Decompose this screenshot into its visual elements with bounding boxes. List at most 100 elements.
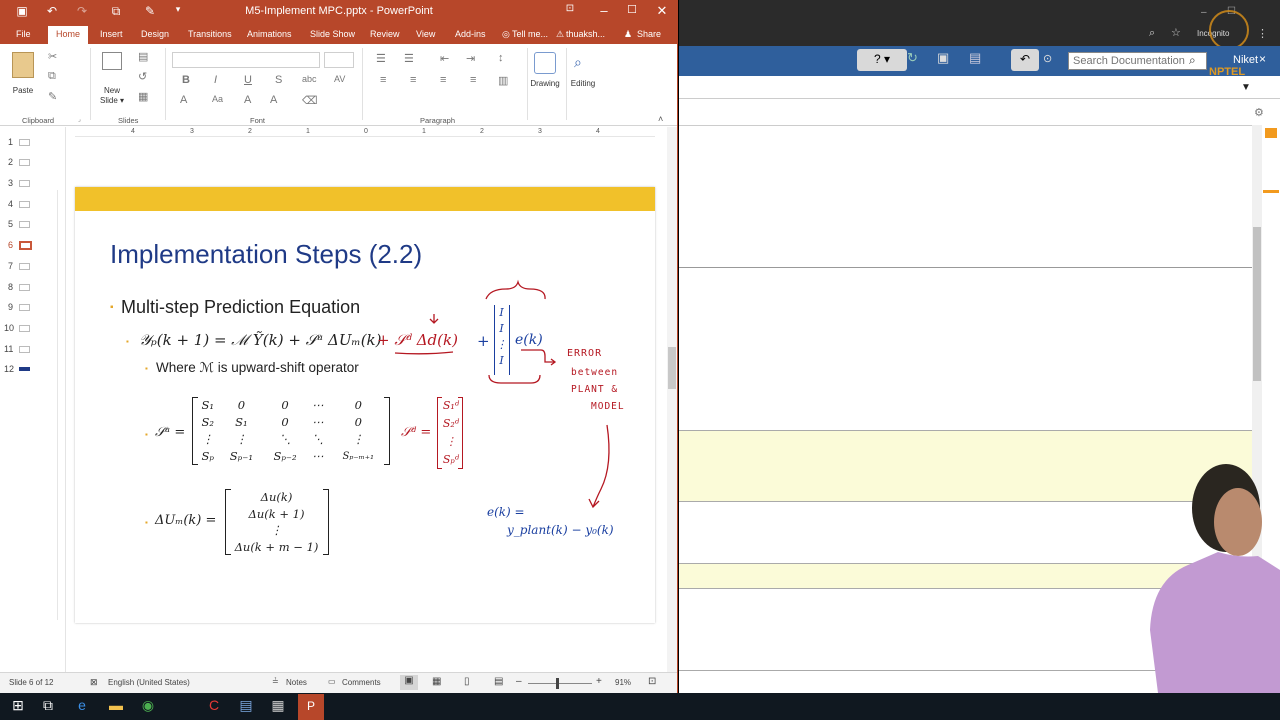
close-panel-icon[interactable]: × (1259, 52, 1266, 66)
search-icon[interactable]: ⌕ (1189, 53, 1196, 68)
thumbnail[interactable] (19, 201, 30, 208)
clear-format-icon[interactable]: ⌫ (302, 94, 318, 107)
shadow-icon[interactable]: S (275, 74, 282, 86)
thumbnail[interactable] (19, 367, 30, 371)
decrease-font-icon[interactable]: A (270, 94, 277, 106)
thumbnail-number[interactable]: 5 (8, 219, 13, 229)
font-name-box[interactable] (172, 52, 320, 68)
undo-icon[interactable]: ↶ (1011, 49, 1039, 71)
zoom-slider-thumb[interactable] (556, 678, 559, 689)
thumbnail[interactable] (19, 263, 30, 270)
tab-view[interactable]: View (416, 29, 435, 44)
cut-icon[interactable]: ✂ (48, 50, 57, 63)
indent-icon[interactable]: ⇤ (440, 52, 449, 65)
comments-button[interactable]: Comments (342, 678, 381, 687)
options-icon[interactable]: ⊙ (1043, 52, 1052, 65)
tab-review[interactable]: Review (370, 29, 400, 44)
notes-button[interactable]: Notes (286, 678, 307, 687)
share-button[interactable]: Share (637, 29, 661, 44)
outdent-icon[interactable]: ⇥ (466, 52, 475, 65)
align-center-icon[interactable]: ≡ (410, 74, 416, 86)
underline-icon[interactable]: U (244, 74, 252, 86)
align-left-icon[interactable]: ≡ (380, 74, 386, 86)
thumbnail[interactable] (19, 284, 30, 291)
forward-icon[interactable]: ↻ (907, 50, 918, 66)
slideshow-icon[interactable]: ▤ (494, 676, 503, 687)
fit-slide-icon[interactable]: ⊡ (648, 676, 656, 687)
tab-insert[interactable]: Insert (100, 29, 123, 44)
change-case-icon[interactable]: Aa (212, 94, 223, 104)
tab-add-ins[interactable]: Add-ins (455, 29, 486, 44)
align-right-icon[interactable]: ≡ (440, 74, 446, 86)
drawing-icon[interactable] (534, 52, 556, 74)
clipboard-launcher-icon[interactable]: ⌟ (78, 116, 81, 123)
menu-icon[interactable]: ⋮ (1257, 27, 1268, 40)
thumbnail[interactable] (19, 139, 30, 146)
tab-file[interactable]: File (16, 29, 31, 44)
minimize-button[interactable]: – (1201, 7, 1207, 18)
zoom-icon[interactable]: ⌕ (1149, 27, 1155, 40)
numbering-icon[interactable]: ☰ (404, 52, 414, 65)
thumbnail[interactable] (19, 346, 30, 353)
save-icon[interactable]: ▣ (937, 50, 949, 66)
tab-design[interactable]: Design (141, 29, 169, 44)
format-painter-icon[interactable]: ✎ (48, 90, 57, 103)
tab-slide-show[interactable]: Slide Show (310, 29, 355, 44)
font-color-icon[interactable]: A (180, 94, 187, 106)
find-icon[interactable]: ⌕ (574, 54, 582, 71)
thumbnail-number[interactable]: 9 (8, 302, 13, 312)
thumbnail[interactable] (19, 304, 30, 311)
slide-scrollbar[interactable] (667, 127, 677, 672)
thumbnail-number[interactable]: 10 (4, 323, 14, 333)
account-name[interactable]: thuaksh... (566, 29, 605, 44)
layout-icon[interactable]: ▤ (138, 50, 148, 63)
copy-icon[interactable]: ⧉ (48, 70, 56, 83)
bold-icon[interactable]: B (182, 74, 190, 86)
edge-icon[interactable]: e (72, 697, 92, 717)
thumbnail[interactable] (19, 325, 30, 332)
thumbnail-number[interactable]: 7 (8, 261, 13, 271)
justify-icon[interactable]: ≡ (470, 74, 476, 86)
tab-transitions[interactable]: Transitions (188, 29, 232, 44)
thumbnail-number[interactable]: 11 (4, 344, 13, 354)
tell-me-box[interactable]: Tell me... (512, 29, 548, 44)
paste-icon[interactable] (12, 52, 34, 78)
file-explorer-icon[interactable]: ▬ (106, 697, 126, 717)
thumbnail-number[interactable]: 12 (4, 364, 14, 374)
strikethrough-icon[interactable]: abc (302, 74, 317, 84)
reset-icon[interactable]: ↺ (138, 70, 147, 83)
minimize-button[interactable]: – (592, 3, 616, 18)
zoom-level[interactable]: 91% (615, 678, 631, 687)
thumbnail[interactable] (19, 221, 30, 228)
thumbnail-number[interactable]: 4 (8, 199, 13, 209)
tab-home[interactable]: Home (48, 26, 89, 44)
zoom-in-icon[interactable]: + (596, 676, 602, 687)
app-icon[interactable]: C (204, 697, 224, 717)
thumbnail-number[interactable]: 1 (8, 137, 13, 147)
windows-start-icon[interactable]: ⊞ (8, 697, 28, 717)
layout-icon[interactable]: ▤ (969, 50, 981, 66)
italic-icon[interactable]: I (214, 74, 217, 86)
thumbnail-active[interactable] (19, 241, 32, 250)
new-slide-icon[interactable] (102, 52, 122, 70)
slide-sorter-icon[interactable]: ▦ (432, 676, 441, 687)
slide-canvas[interactable]: Implementation Steps (2.2) ▪ Multi-step … (75, 187, 655, 623)
maximize-button[interactable]: ☐ (620, 3, 644, 16)
line-spacing-icon[interactable]: ↕ (498, 52, 504, 64)
scroll-thumb[interactable] (668, 347, 676, 389)
star-icon[interactable]: ☆ (1171, 26, 1181, 39)
user-name[interactable]: Niket (1233, 54, 1258, 66)
bullets-icon[interactable]: ☰ (376, 52, 386, 65)
thumbnail-number[interactable]: 3 (8, 178, 13, 188)
collapse-ribbon-icon[interactable]: ˄ (658, 114, 663, 124)
zoom-out-icon[interactable]: – (516, 676, 522, 687)
tab-animations[interactable]: Animations (247, 29, 292, 44)
thumbnail-number[interactable]: 8 (8, 282, 13, 292)
thumbnail-number[interactable]: 2 (8, 157, 13, 167)
settings-icon[interactable]: ⚙ (1254, 106, 1264, 119)
ribbon-display-icon[interactable]: ⊡ (558, 3, 582, 14)
columns-icon[interactable]: ▥ (498, 74, 508, 87)
dropdown-icon[interactable]: ▼ (1241, 82, 1251, 93)
zoom-slider[interactable] (528, 683, 592, 684)
thumbnail[interactable] (19, 159, 30, 166)
